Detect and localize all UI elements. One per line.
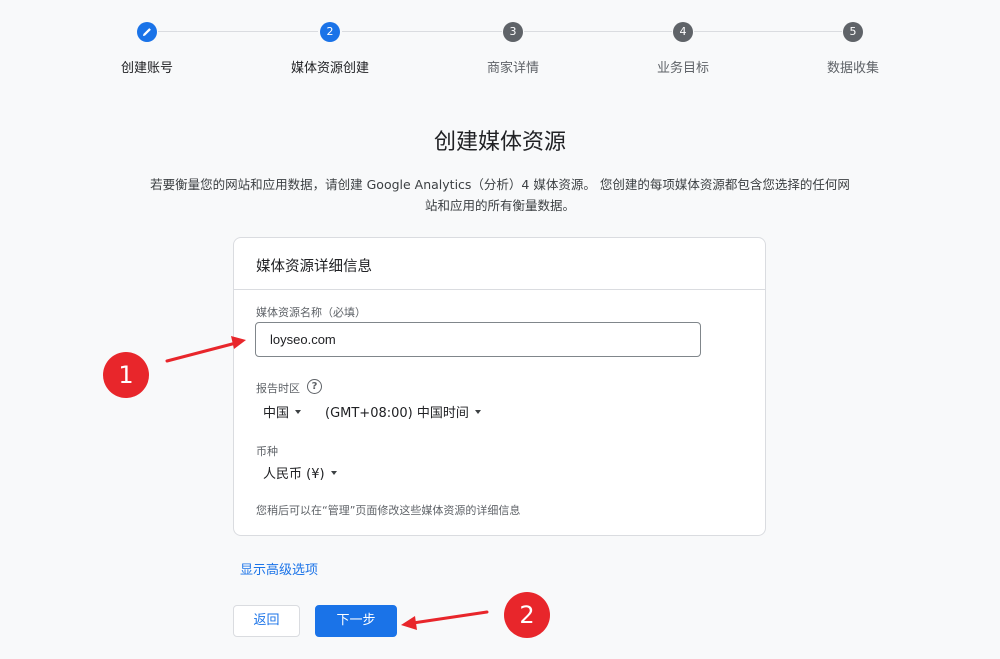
- timezone-value: (GMT+08:00) 中国时间: [325, 406, 469, 421]
- help-icon[interactable]: ?: [307, 379, 322, 394]
- description-line: 若要衡量您的网站和应用数据，请创建 Google Analytics（分析）4 …: [150, 177, 850, 192]
- stepper: 创建账号 2 媒体资源创建 3 商家详情 4 业务目标 5 数据收集: [0, 22, 1000, 82]
- property-name-label: 媒体资源名称（必填）: [256, 306, 366, 319]
- step-number: 2: [320, 22, 340, 42]
- step-label: 商家详情: [486, 61, 539, 76]
- step-number: 3: [503, 22, 523, 42]
- annotation-badge-1: 1: [103, 352, 149, 398]
- step-number: 5: [843, 22, 863, 42]
- timezone-label: 报告时区: [256, 382, 300, 395]
- page-description: 若要衡量您的网站和应用数据，请创建 Google Analytics（分析）4 …: [140, 174, 860, 216]
- annotation-arrow-2: [401, 610, 489, 630]
- step-business-objectives: 4 业务目标: [623, 22, 743, 76]
- country-value: 中国: [263, 406, 290, 421]
- currency-label: 币种: [256, 445, 278, 458]
- country-select[interactable]: 中国: [263, 402, 302, 421]
- step-label: 创建账号: [120, 61, 173, 76]
- step-property-creation: 2 媒体资源创建: [270, 22, 390, 76]
- pencil-icon: [137, 22, 157, 42]
- step-number: 4: [673, 22, 693, 42]
- caret-down-icon: [295, 409, 302, 414]
- property-details-card: 媒体资源详细信息 媒体资源名称（必填） 报告时区 ? 中国 (GMT+08:00…: [233, 237, 766, 536]
- page-title: 创建媒体资源: [433, 130, 566, 155]
- description-line: 站和应用的所有衡量数据。: [424, 198, 575, 213]
- show-advanced-options-link[interactable]: 显示高级选项: [240, 559, 318, 578]
- currency-select[interactable]: 人民币 (¥): [263, 463, 337, 482]
- step-business-details: 3 商家详情: [453, 22, 573, 76]
- step-label: 业务目标: [656, 61, 709, 76]
- step-label: 媒体资源创建: [290, 61, 369, 76]
- step-label: 数据收集: [826, 61, 879, 76]
- annotation-badge-2: 2: [504, 592, 550, 638]
- edit-later-note: 您稍后可以在“管理”页面修改这些媒体资源的详细信息: [256, 504, 521, 517]
- step-create-account: 创建账号: [87, 22, 207, 76]
- property-name-input[interactable]: [255, 322, 701, 357]
- card-header: 媒体资源详细信息: [234, 238, 765, 290]
- caret-down-icon: [330, 470, 337, 475]
- currency-value: 人民币 (¥): [263, 467, 325, 482]
- caret-down-icon: [474, 409, 481, 414]
- timezone-select[interactable]: (GMT+08:00) 中国时间: [325, 402, 481, 421]
- back-button[interactable]: 返回: [233, 605, 300, 637]
- step-data-collection: 5 数据收集: [793, 22, 913, 76]
- next-button[interactable]: 下一步: [315, 605, 397, 637]
